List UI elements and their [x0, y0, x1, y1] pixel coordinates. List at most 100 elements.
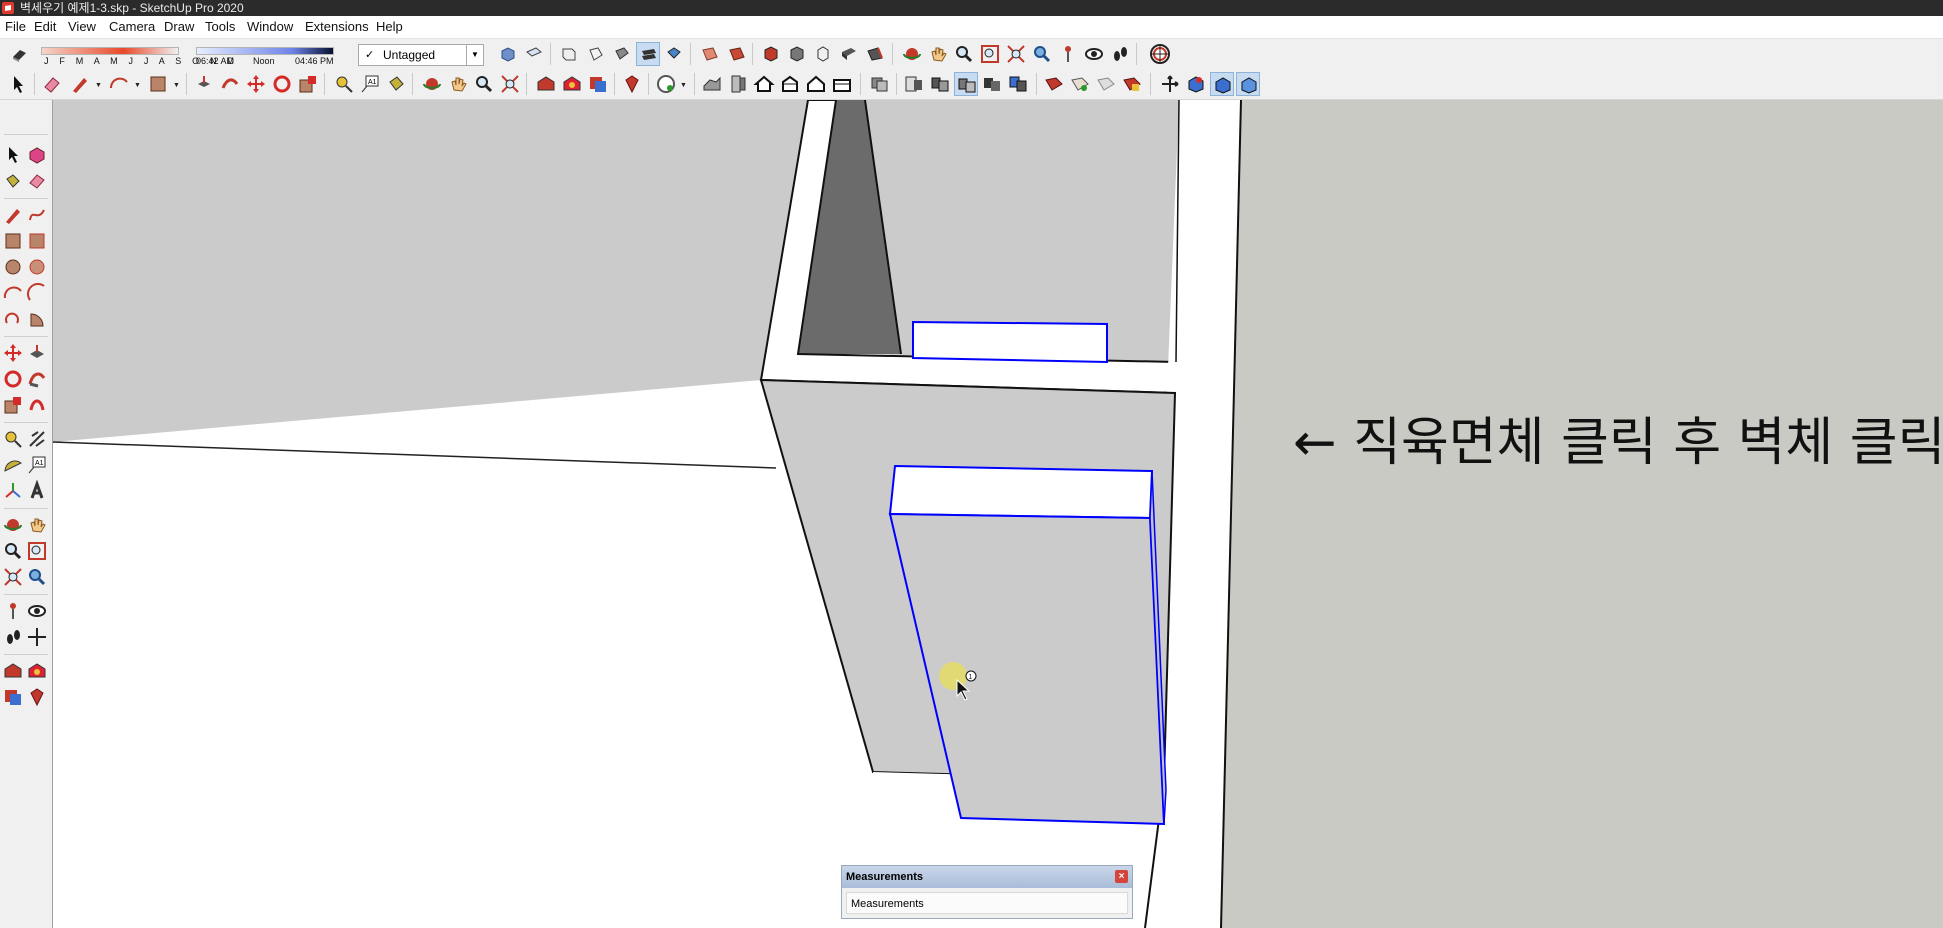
- circle-icon[interactable]: [2, 256, 24, 278]
- paint-bucket-icon[interactable]: [384, 72, 408, 96]
- add-detail-icon[interactable]: [726, 72, 750, 96]
- extension-warehouse-icon[interactable]: [560, 72, 584, 96]
- warehouse-share-icon[interactable]: [1068, 72, 1092, 96]
- menu-help[interactable]: Help: [373, 16, 406, 38]
- follow-me-icon-left[interactable]: [26, 368, 48, 390]
- gable-icon[interactable]: [804, 72, 828, 96]
- xray-icon[interactable]: [662, 42, 686, 66]
- rotate-icon[interactable]: [270, 72, 294, 96]
- sandbox-icon[interactable]: [700, 72, 724, 96]
- pan-icon[interactable]: [926, 42, 950, 66]
- eraser-shadow-icon[interactable]: [8, 42, 32, 66]
- model-viewport[interactable]: 1 ← 직육면체 클릭 후 벽체 클릭: [53, 100, 1943, 928]
- polygon-icon[interactable]: [26, 256, 48, 278]
- position-camera-icon-left[interactable]: [2, 600, 24, 622]
- select-icon-left[interactable]: [2, 144, 24, 166]
- pan-icon-2[interactable]: [446, 72, 470, 96]
- house-icon[interactable]: [752, 72, 776, 96]
- walk-icon[interactable]: [1108, 42, 1132, 66]
- left-view-icon[interactable]: [636, 42, 660, 66]
- follow-me-icon[interactable]: [218, 72, 242, 96]
- menu-camera[interactable]: Camera: [106, 16, 158, 38]
- zoom-icon-left[interactable]: [2, 540, 24, 562]
- warehouse-icon-left[interactable]: [2, 660, 24, 682]
- section-plane-icon[interactable]: [830, 72, 854, 96]
- send-layout-icon[interactable]: [586, 72, 610, 96]
- section-fill-icon[interactable]: [902, 72, 926, 96]
- pencil-icon[interactable]: [68, 72, 92, 96]
- back-edges-icon[interactable]: [698, 42, 722, 66]
- zoom-icon[interactable]: [952, 42, 976, 66]
- two-point-arc-icon[interactable]: [26, 282, 48, 304]
- close-icon[interactable]: ×: [1115, 870, 1128, 883]
- house-outline-icon[interactable]: [778, 72, 802, 96]
- top-view-icon[interactable]: [522, 42, 546, 66]
- ruby-icon[interactable]: [620, 72, 644, 96]
- section-cut-icon[interactable]: [868, 72, 892, 96]
- zoom-extents-icon-2[interactable]: [498, 72, 522, 96]
- menu-tools[interactable]: Tools: [202, 16, 238, 38]
- zoom-icon-2[interactable]: [472, 72, 496, 96]
- arc-icon-left[interactable]: [2, 282, 24, 304]
- protractor-icon-left[interactable]: [2, 454, 24, 476]
- trim-icon[interactable]: [1006, 72, 1030, 96]
- right-view-icon[interactable]: [584, 42, 608, 66]
- measurements-input[interactable]: Measurements: [846, 892, 1128, 914]
- menu-extensions[interactable]: Extensions: [302, 16, 372, 38]
- iso-view-icon[interactable]: [496, 42, 520, 66]
- orbit-icon[interactable]: [900, 42, 924, 66]
- menu-file[interactable]: File: [2, 16, 29, 38]
- paint-bucket-icon-left[interactable]: [2, 170, 24, 192]
- menu-view[interactable]: View: [65, 16, 99, 38]
- arc-icon[interactable]: [107, 72, 131, 96]
- previous-view-icon-left[interactable]: [26, 566, 48, 588]
- select-icon[interactable]: [6, 72, 30, 96]
- menu-window[interactable]: Window: [244, 16, 296, 38]
- shadow-date-slider[interactable]: [41, 47, 179, 55]
- extension-warehouse-icon-left[interactable]: [26, 660, 48, 682]
- view-layout-icon[interactable]: [1210, 72, 1234, 96]
- shaded-icon[interactable]: [785, 42, 809, 66]
- freehand-icon[interactable]: [26, 204, 48, 226]
- model-scene[interactable]: 1: [53, 100, 1943, 928]
- solid-tools-icon[interactable]: [980, 72, 1004, 96]
- axes-icon-left[interactable]: [2, 480, 24, 502]
- tag-select[interactable]: ✓ Untagged ▼: [358, 44, 484, 66]
- pie-icon[interactable]: [26, 308, 48, 330]
- group-icon[interactable]: [954, 72, 978, 96]
- ruby-icon-left[interactable]: [26, 686, 48, 708]
- text-icon[interactable]: A1: [358, 72, 382, 96]
- shadow-time-slider[interactable]: [196, 47, 334, 55]
- split-icon[interactable]: [1042, 72, 1066, 96]
- chevron-down-icon[interactable]: ▼: [466, 45, 483, 65]
- walk-icon-left[interactable]: [2, 626, 24, 648]
- rectangle-icon-left[interactable]: [2, 230, 24, 252]
- previous-view-icon[interactable]: [1030, 42, 1054, 66]
- account-icon[interactable]: [654, 72, 678, 96]
- 3d-text-icon[interactable]: [1094, 72, 1118, 96]
- shaded-textures-icon[interactable]: [811, 42, 835, 66]
- push-pull-icon[interactable]: [192, 72, 216, 96]
- rectangle-icon[interactable]: [146, 72, 170, 96]
- three-point-arc-icon[interactable]: [2, 308, 24, 330]
- position-camera-icon[interactable]: [1056, 42, 1080, 66]
- warehouse-icon[interactable]: [534, 72, 558, 96]
- 3d-text-icon-left[interactable]: [26, 480, 48, 502]
- scale-icon[interactable]: [296, 72, 320, 96]
- look-around-icon[interactable]: [1082, 42, 1106, 66]
- rotated-rectangle-icon[interactable]: [26, 230, 48, 252]
- scale-icon-left[interactable]: [2, 394, 24, 416]
- view-layout-icon-2[interactable]: [1236, 72, 1260, 96]
- zoom-window-icon-left[interactable]: [26, 540, 48, 562]
- eraser-icon[interactable]: [40, 72, 64, 96]
- move-icon[interactable]: [244, 72, 268, 96]
- component-icon[interactable]: [928, 72, 952, 96]
- monochrome-icon[interactable]: [837, 42, 861, 66]
- measurements-header[interactable]: Measurements ×: [842, 866, 1132, 888]
- hidden-line-icon[interactable]: [759, 42, 783, 66]
- section-plane-icon-left[interactable]: [26, 626, 48, 648]
- front-view-icon[interactable]: [557, 42, 581, 66]
- rotate-icon-left[interactable]: [2, 368, 24, 390]
- line-icon[interactable]: [2, 204, 24, 226]
- menu-edit[interactable]: Edit: [31, 16, 59, 38]
